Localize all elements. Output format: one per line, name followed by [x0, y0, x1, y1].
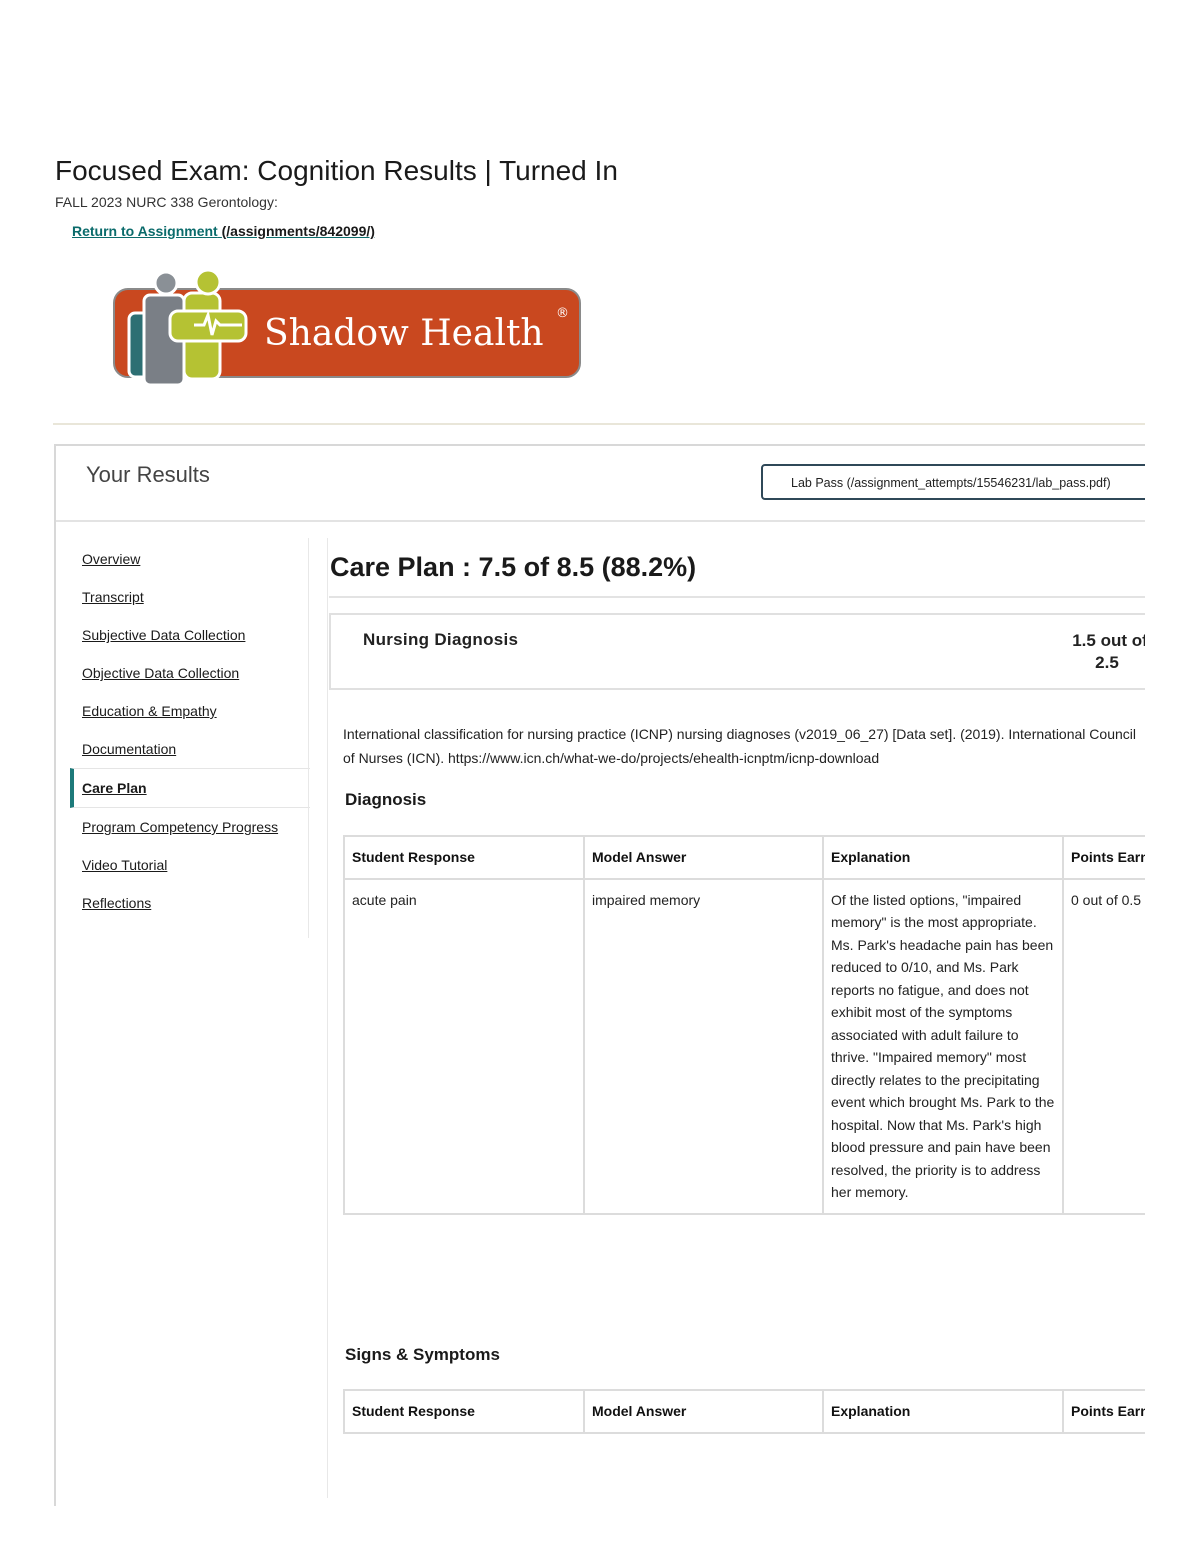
column-header-student-response: Student Response [343, 1389, 585, 1434]
icnp-reference-citation: International classification for nursing… [343, 726, 1136, 766]
table-row: acute pain impaired memory Of the listed… [343, 877, 1175, 1215]
results-sidebar: Overview Transcript Subjective Data Coll… [70, 540, 310, 922]
header-divider [53, 423, 1145, 425]
course-name: FALL 2023 NURC 338 Gerontology: [55, 194, 278, 210]
column-header-explanation: Explanation [822, 835, 1064, 880]
return-to-assignment-link[interactable]: Return to Assignment (/assignments/84209… [72, 223, 375, 239]
table-header-row: Student Response Model Answer Explanatio… [343, 835, 1175, 880]
sidebar-item-subjective-data-collection[interactable]: Subjective Data Collection [70, 616, 310, 654]
results-header-divider [56, 520, 1145, 522]
shadow-health-logo: Shadow Health ® [113, 268, 581, 387]
column-header-model-answer: Model Answer [583, 835, 824, 880]
care-plan-score-title: Care Plan : 7.5 of 8.5 (88.2%) [330, 552, 697, 582]
student-response-cell: acute pain [343, 877, 585, 1215]
sidebar-item-reflections[interactable]: Reflections [70, 884, 310, 922]
page-edge-clip [1145, 400, 1200, 1553]
return-link-path: (/assignments/842099/) [221, 223, 375, 239]
nursing-diagnosis-title: Nursing Diagnosis [363, 630, 519, 649]
signs-symptoms-heading: Signs & Symptoms [345, 1345, 500, 1364]
sidebar-item-video-tutorial[interactable]: Video Tutorial [70, 846, 310, 884]
sidebar-item-education-empathy[interactable]: Education & Empathy [70, 692, 310, 730]
lab-pass-button[interactable]: Lab Pass (/assignment_attempts/15546231/… [761, 464, 1153, 500]
column-header-student-response: Student Response [343, 835, 585, 880]
table-header-row: Student Response Model Answer Explanatio… [343, 1389, 1175, 1434]
sidebar-item-objective-data-collection[interactable]: Objective Data Collection [70, 654, 310, 692]
page-title: Focused Exam: Cognition Results | Turned… [55, 155, 618, 186]
results-heading: Your Results [86, 462, 210, 487]
diagnosis-table: Student Response Model Answer Explanatio… [343, 835, 1175, 1215]
sidebar-item-overview[interactable]: Overview [70, 540, 310, 578]
column-header-model-answer: Model Answer [583, 1389, 824, 1434]
main-content-border [327, 538, 328, 1498]
sidebar-item-program-competency-progress[interactable]: Program Competency Progress [70, 808, 310, 846]
diagnosis-heading: Diagnosis [345, 790, 427, 809]
nursing-diagnosis-header-box [329, 613, 1145, 690]
explanation-cell: Of the listed options, "impaired memory"… [822, 877, 1064, 1215]
signs-symptoms-table: Student Response Model Answer Explanatio… [343, 1389, 1175, 1434]
care-plan-divider [329, 596, 1145, 598]
sidebar-item-care-plan[interactable]: Care Plan [70, 768, 310, 808]
model-answer-cell: impaired memory [583, 877, 824, 1215]
return-link-label: Return to Assignment [72, 223, 218, 239]
column-header-explanation: Explanation [822, 1389, 1064, 1434]
sidebar-divider [308, 538, 309, 938]
sidebar-item-documentation[interactable]: Documentation [70, 730, 310, 768]
sidebar-item-transcript[interactable]: Transcript [70, 578, 310, 616]
logo-wordmark: Shadow Health [264, 313, 544, 354]
logo-registered-mark: ® [556, 306, 569, 321]
